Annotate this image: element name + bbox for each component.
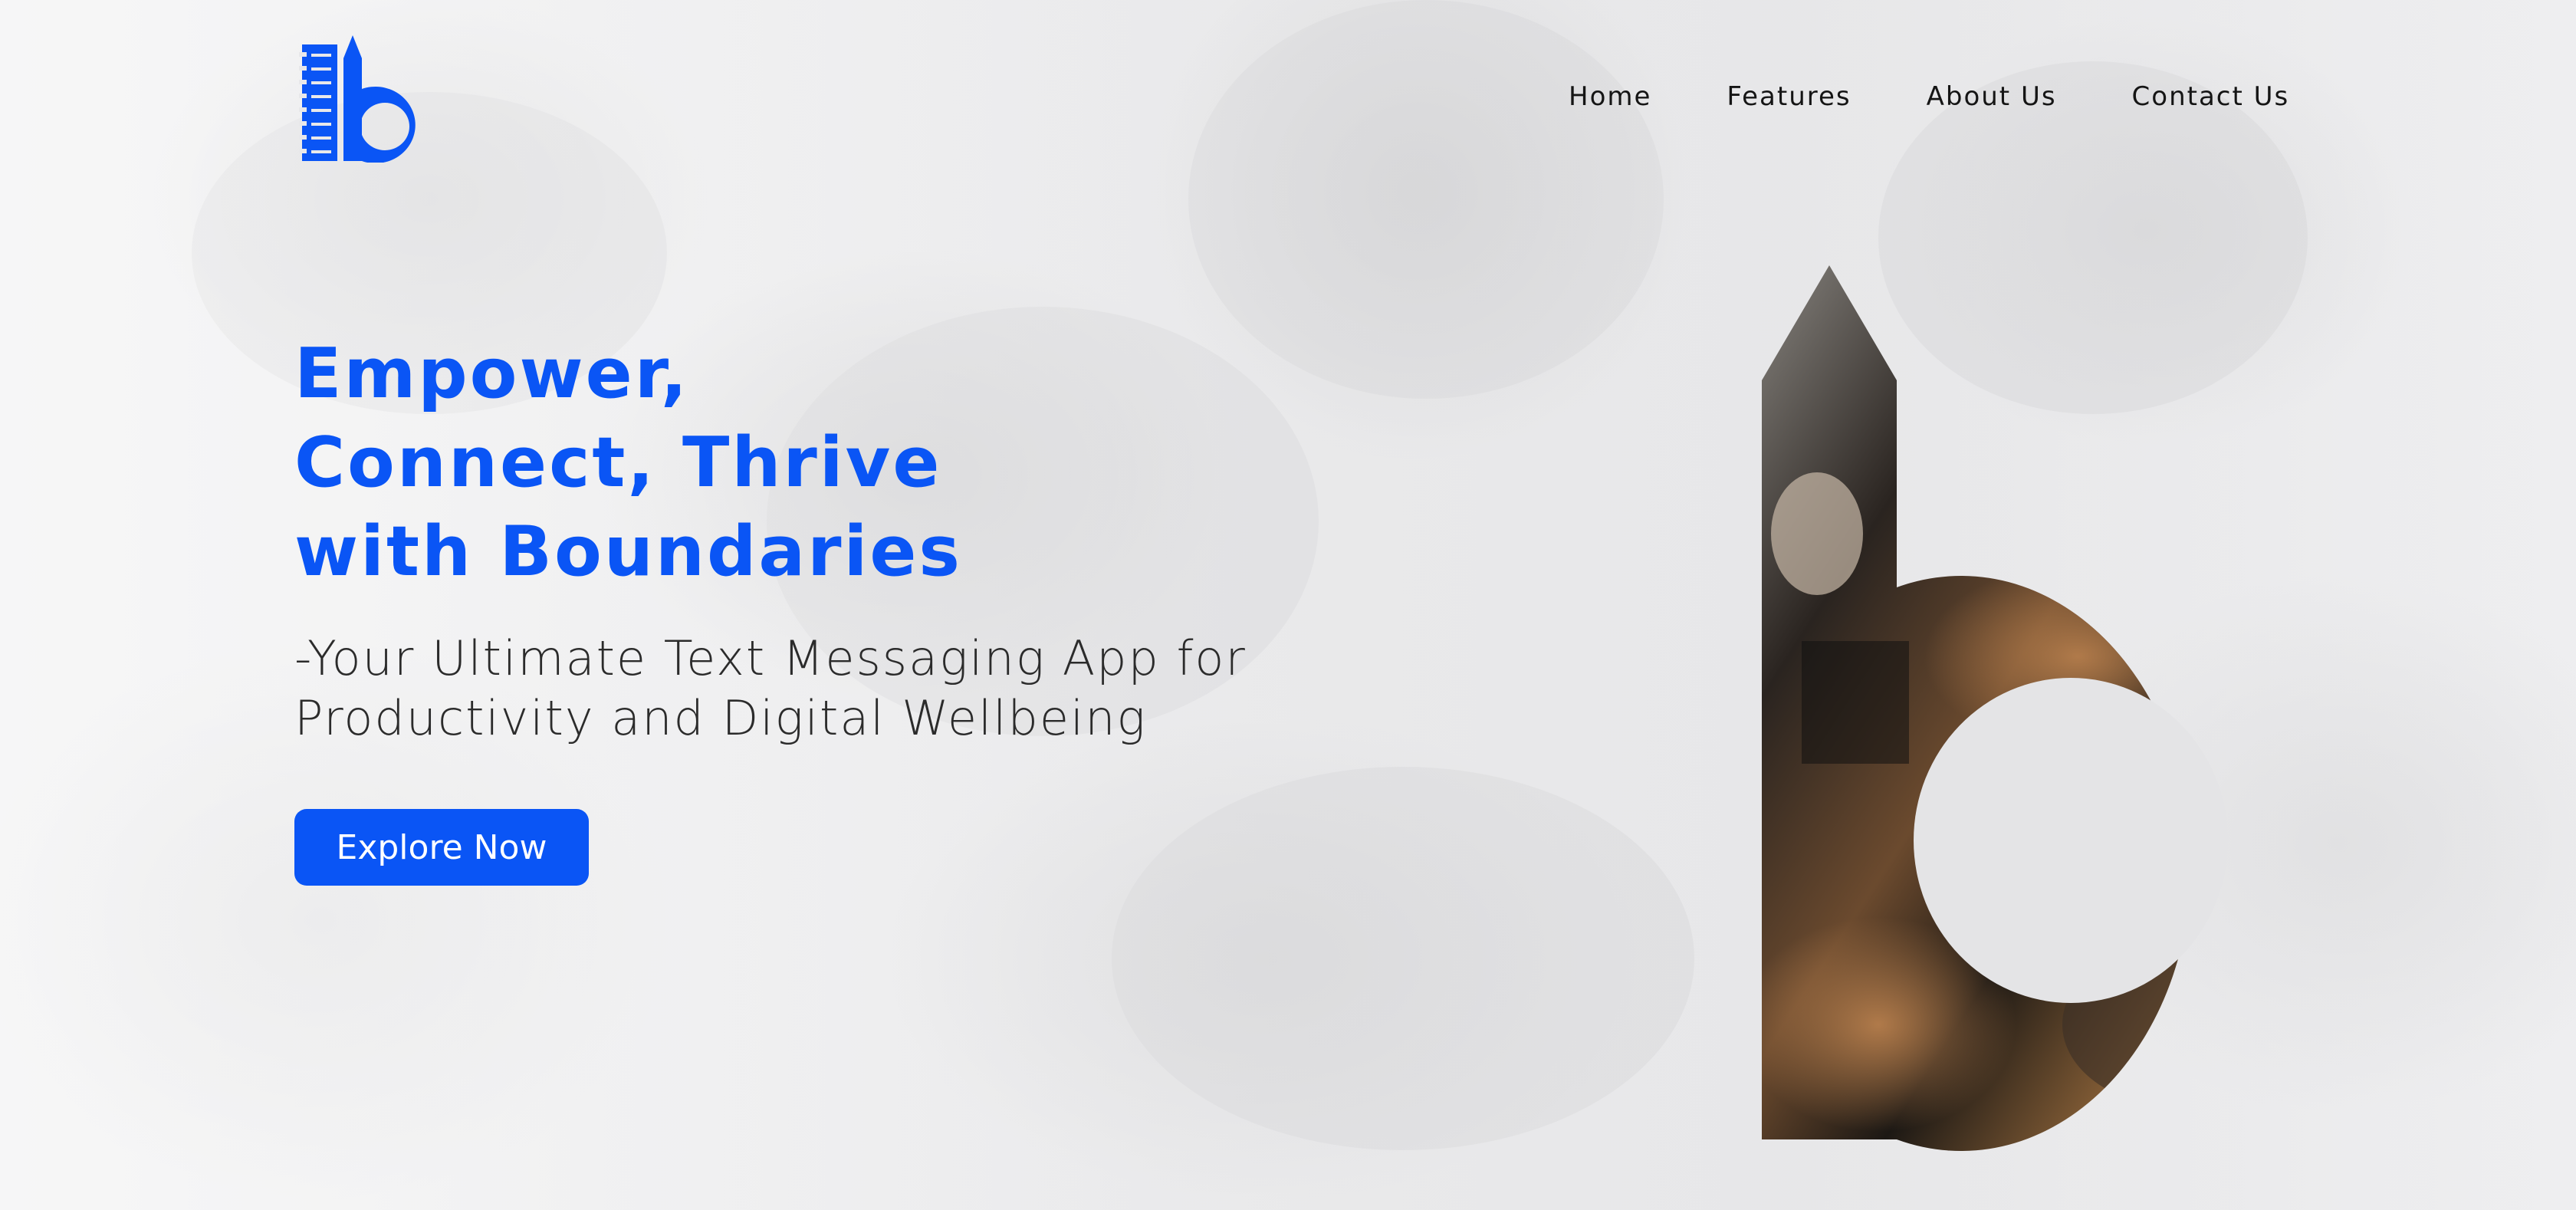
hero-title: Empower, Connect, Thrive with Boundaries	[294, 330, 1061, 597]
hero-subtitle-line: -Your Ultimate Text Messaging App for	[294, 630, 1247, 686]
hero-title-line: Connect, Thrive	[294, 423, 942, 503]
hero-title-line: with Boundaries	[294, 511, 962, 592]
nav-contact-us-link[interactable]: Contact Us	[2132, 81, 2290, 112]
nav-home-link[interactable]: Home	[1569, 81, 1651, 112]
hero-subtitle-line: Productivity and Digital Wellbeing	[294, 690, 1147, 746]
hero-title-line: Empower,	[294, 334, 690, 414]
nav-about-us-link[interactable]: About Us	[1927, 81, 2057, 112]
logo-icon[interactable]	[296, 35, 426, 163]
nav-features-link[interactable]: Features	[1727, 81, 1851, 112]
main-nav: Home Features About Us Contact Us	[1569, 81, 2289, 112]
letter-b-photo-icon	[1762, 265, 2228, 1151]
hero-subtitle: -Your Ultimate Text Messaging App for Pr…	[294, 629, 1368, 748]
explore-now-button[interactable]: Explore Now	[294, 809, 589, 886]
landing-page: Home Features About Us Contact Us Empowe…	[0, 0, 2576, 1210]
